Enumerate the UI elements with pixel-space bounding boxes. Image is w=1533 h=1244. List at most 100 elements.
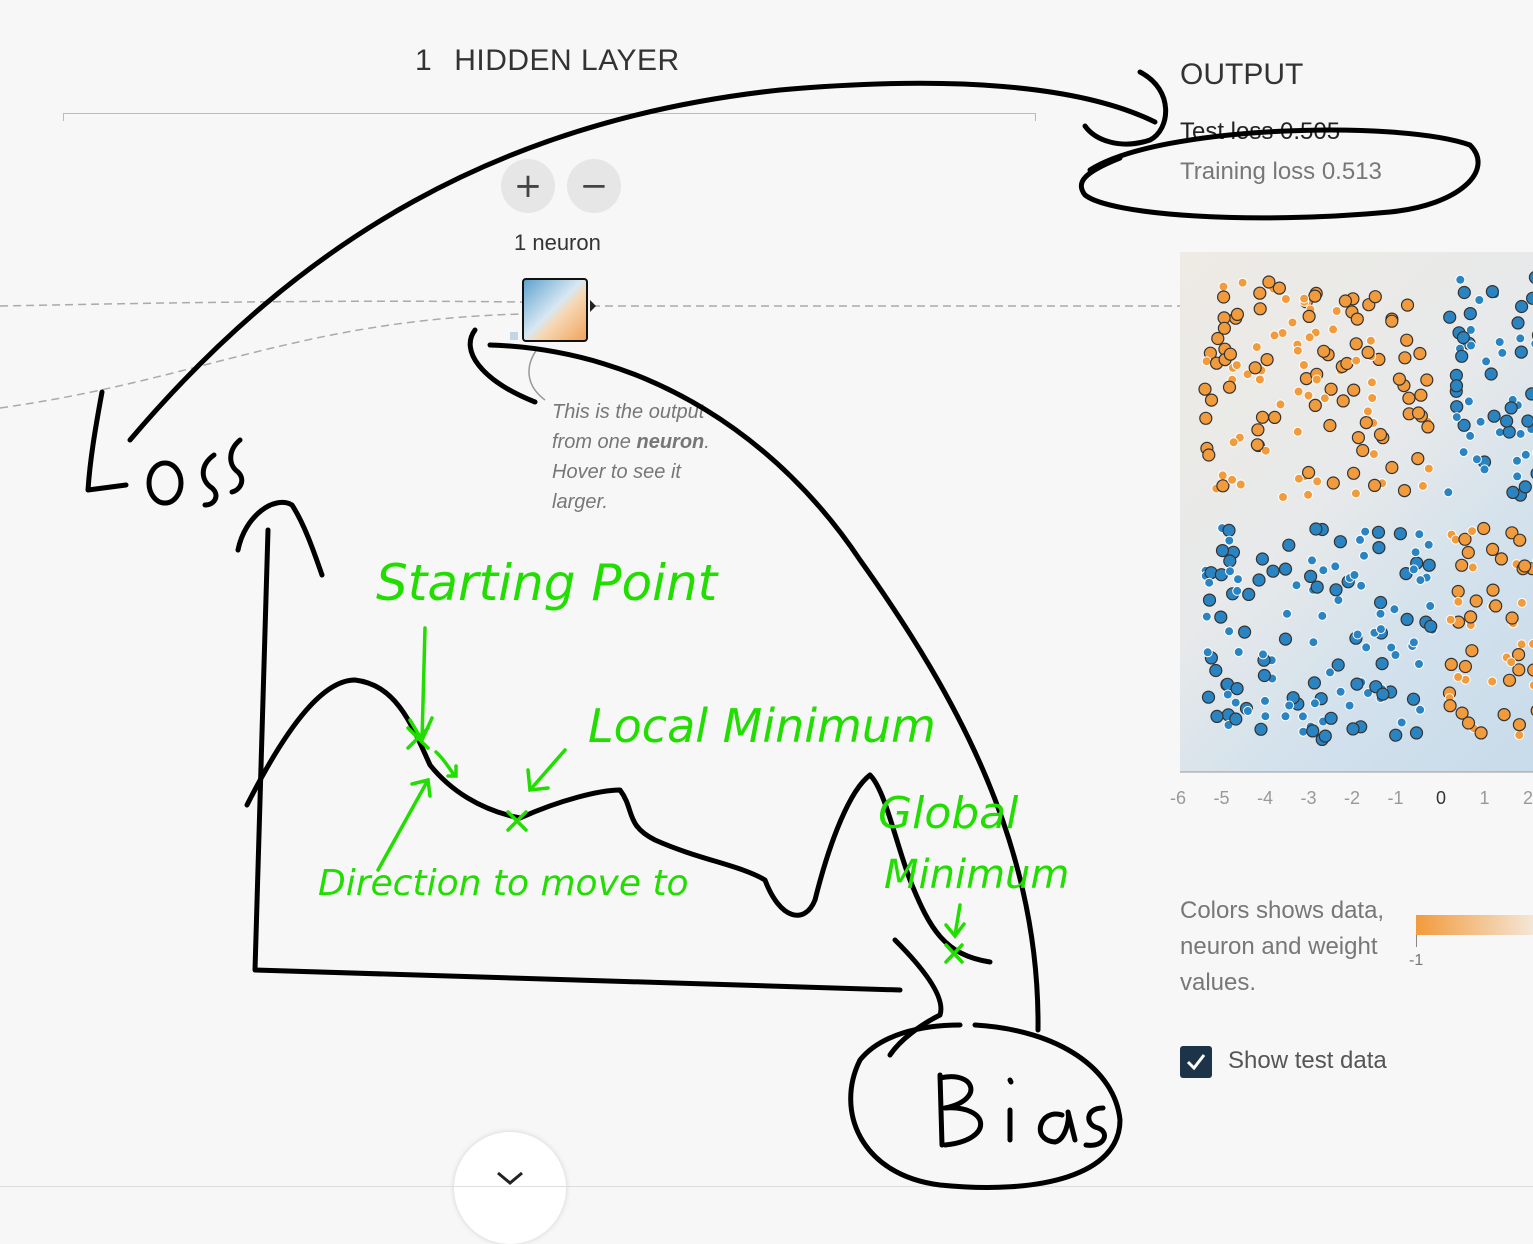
data-point (1478, 523, 1490, 535)
data-point (1352, 432, 1364, 444)
data-point (1390, 605, 1399, 614)
data-point (1329, 325, 1338, 334)
data-point (1376, 609, 1385, 618)
data-point (1399, 485, 1411, 497)
data-point (1456, 350, 1468, 362)
data-point (1261, 712, 1270, 721)
axis-tick-label: -4 (1257, 788, 1273, 809)
data-point (1517, 598, 1526, 607)
data-point (1229, 438, 1238, 447)
data-point (1230, 713, 1242, 725)
output-heatmap[interactable] (1180, 252, 1533, 772)
data-point (1341, 358, 1353, 370)
data-point (1376, 625, 1385, 634)
training-loss: Training loss 0.513 (1180, 158, 1382, 186)
data-point (1309, 399, 1321, 411)
annotation-direction: Direction to move to (318, 863, 689, 904)
data-point (1452, 586, 1464, 598)
data-point (1413, 407, 1425, 419)
data-point (1239, 626, 1251, 638)
data-point (1339, 295, 1351, 307)
data-point (1345, 701, 1354, 710)
data-point (1505, 402, 1517, 414)
data-point (1243, 707, 1252, 716)
hidden-layer-header: 1HIDDEN LAYER (415, 44, 680, 78)
axis-tick-label: -3 (1301, 788, 1317, 809)
show-test-data-checkbox[interactable] (1180, 1046, 1212, 1078)
data-point (1305, 570, 1317, 582)
data-point (1487, 543, 1499, 555)
data-point (1409, 565, 1418, 574)
hidden-layer-label: HIDDEN LAYER (454, 44, 680, 77)
data-point (1308, 556, 1317, 565)
data-point (1458, 287, 1470, 299)
data-point (1234, 648, 1243, 657)
data-point (1276, 400, 1285, 409)
data-point (1458, 419, 1470, 431)
data-point (1513, 719, 1525, 731)
data-point (1498, 348, 1507, 357)
data-point (1412, 453, 1424, 465)
axis-tick-label: -5 (1214, 788, 1230, 809)
data-point (1263, 276, 1275, 288)
data-point (1283, 539, 1295, 551)
data-point (1515, 346, 1527, 358)
axis-tick-label: -6 (1170, 788, 1186, 809)
data-point (1257, 411, 1269, 423)
data-point (1280, 633, 1292, 645)
data-point (1451, 380, 1463, 392)
data-point (1320, 394, 1329, 403)
data-point (1503, 426, 1515, 438)
data-point (1444, 311, 1456, 323)
annotation-global: Global (878, 788, 1019, 839)
add-neuron-button[interactable]: + (501, 159, 555, 213)
data-point (1468, 527, 1477, 536)
data-point (1233, 586, 1242, 595)
data-point (1279, 493, 1288, 502)
data-point (1373, 526, 1385, 538)
data-point (1236, 480, 1245, 489)
legend-min-label: -1 (1409, 952, 1423, 970)
data-point (1360, 417, 1372, 429)
data-point (1270, 331, 1279, 340)
scroll-down-button[interactable] (454, 1132, 566, 1244)
data-point (1399, 352, 1411, 364)
remove-neuron-button[interactable]: − (567, 159, 621, 213)
data-point (1414, 348, 1426, 360)
data-point (1513, 472, 1522, 481)
data-point (1231, 698, 1240, 707)
data-point (1325, 383, 1337, 395)
data-point (1464, 308, 1476, 320)
data-point (1498, 709, 1510, 721)
data-point (1243, 588, 1255, 600)
data-point (1356, 535, 1365, 544)
data-point (1348, 384, 1360, 396)
data-point (1512, 317, 1524, 329)
data-point (1293, 346, 1302, 355)
data-point (1288, 318, 1297, 327)
data-point (1521, 450, 1530, 459)
data-point (1218, 471, 1227, 480)
data-point (1300, 294, 1309, 303)
data-point (1353, 630, 1362, 639)
test-loss: Test loss 0.505 (1180, 118, 1340, 146)
data-point (1252, 424, 1264, 436)
data-point (1309, 290, 1321, 302)
data-point (1373, 542, 1385, 554)
data-point (1280, 563, 1292, 575)
data-point (1424, 540, 1433, 549)
data-point (1397, 718, 1406, 727)
data-point (1411, 548, 1420, 557)
data-point (1212, 333, 1224, 345)
neuron-thumbnail[interactable] (522, 278, 588, 342)
data-point (1304, 490, 1313, 499)
data-point (1259, 650, 1268, 659)
data-point (1408, 693, 1420, 705)
data-point (1224, 555, 1236, 567)
data-point (1486, 286, 1498, 298)
data-point (1232, 361, 1241, 370)
show-test-data-label[interactable]: Show test data (1228, 1047, 1387, 1075)
data-point (1416, 576, 1425, 585)
axis-tick-label: -1 (1388, 788, 1404, 809)
data-point (1361, 527, 1370, 536)
